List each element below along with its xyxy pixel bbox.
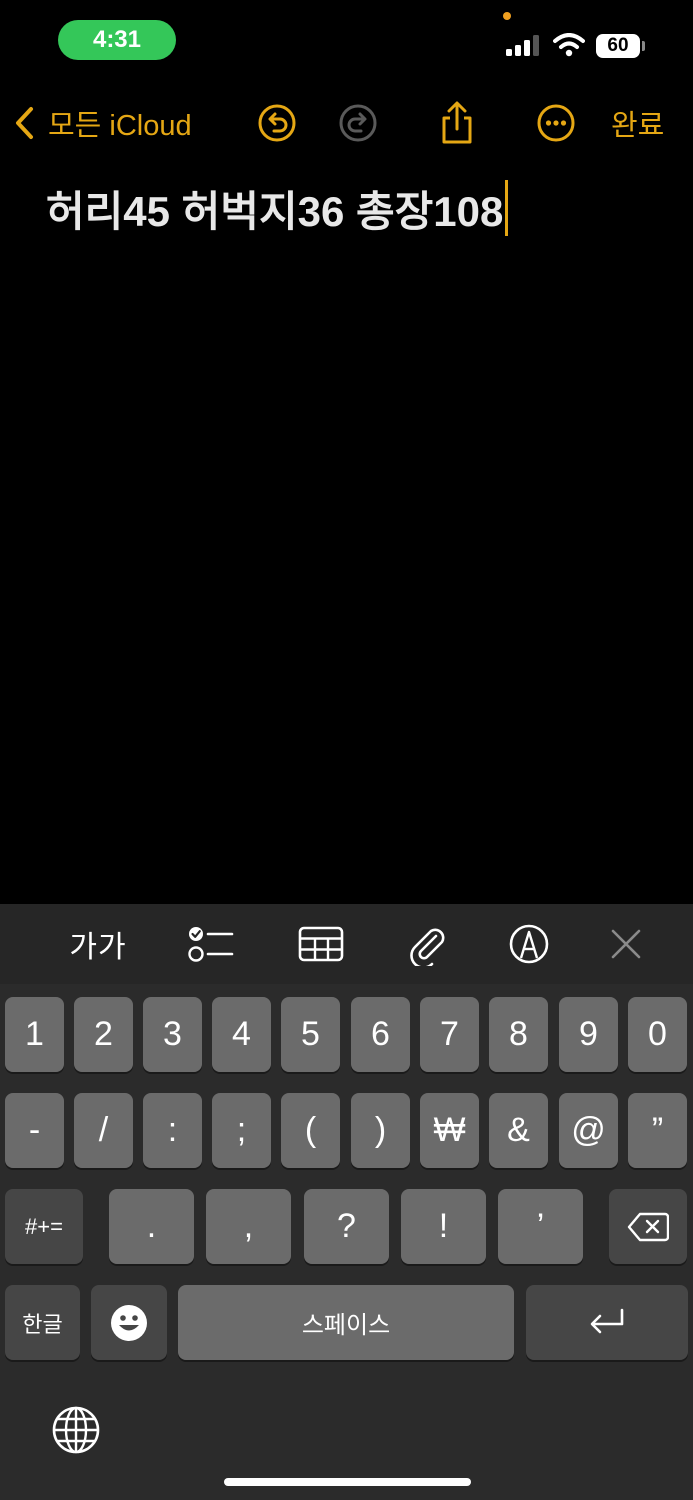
table-icon [298,926,344,962]
close-icon [611,929,641,959]
key-space[interactable]: 스페이스 [178,1285,514,1360]
key-comma[interactable]: , [206,1189,291,1264]
key-question[interactable]: ? [304,1189,389,1264]
markup-button[interactable] [506,904,552,984]
key-7[interactable]: 7 [420,997,479,1072]
home-indicator [224,1478,471,1486]
close-toolbar-button[interactable] [604,904,648,984]
key-2[interactable]: 2 [74,997,133,1072]
camera-indicator-icon [503,12,511,20]
redo-button[interactable] [337,101,379,145]
text-caret [505,180,509,236]
back-button[interactable]: 모든 iCloud [14,100,192,146]
checklist-button[interactable] [184,904,238,984]
delete-icon [627,1212,669,1241]
keyboard: 1 2 3 4 5 6 7 8 9 0 - / : ; ( ) ₩ & @ ” … [0,984,693,1500]
key-apostrophe[interactable]: ’ [498,1189,583,1264]
undo-button[interactable] [256,101,298,145]
markup-icon [509,924,549,964]
battery-tip [642,41,645,51]
globe-button[interactable] [50,1404,102,1456]
key-close-paren[interactable]: ) [351,1093,410,1168]
key-8[interactable]: 8 [489,997,548,1072]
key-ampersand[interactable]: & [489,1093,548,1168]
globe-icon [52,1406,100,1454]
undo-icon [258,104,296,142]
back-button-label: 모든 iCloud [48,110,192,142]
format-text-button[interactable]: 가가 [60,904,136,984]
key-1[interactable]: 1 [5,997,64,1072]
key-9[interactable]: 9 [559,997,618,1072]
share-icon [442,101,472,144]
key-emoji[interactable] [91,1285,167,1360]
key-hyphen[interactable]: - [5,1093,64,1168]
share-button[interactable] [436,101,478,145]
table-button[interactable] [296,904,346,984]
key-6[interactable]: 6 [351,997,410,1072]
key-period[interactable]: . [109,1189,194,1264]
more-icon [537,104,575,142]
key-language[interactable]: 한글 [5,1285,80,1360]
more-button[interactable] [535,101,577,145]
key-colon[interactable]: : [143,1093,202,1168]
wifi-icon [553,33,585,57]
note-text: 허리45 허벅지36 총장108 [46,187,504,235]
key-delete[interactable] [609,1189,687,1264]
key-slash[interactable]: / [74,1093,133,1168]
key-at[interactable]: @ [559,1093,618,1168]
attachment-button[interactable] [404,904,450,984]
attachment-icon [410,928,445,966]
emoji-icon [111,1304,147,1341]
key-4[interactable]: 4 [212,997,271,1072]
battery-level: 60 [596,34,640,58]
redo-icon [339,104,377,142]
key-3[interactable]: 3 [143,997,202,1072]
key-quote[interactable]: ” [628,1093,687,1168]
key-return[interactable] [526,1285,688,1360]
signal-icon [506,35,539,56]
key-5[interactable]: 5 [281,997,340,1072]
checklist-icon [188,927,234,962]
key-0[interactable]: 0 [628,997,687,1072]
status-time: 4:31 [58,20,176,60]
key-semicolon[interactable]: ; [212,1093,271,1168]
key-exclamation[interactable]: ! [401,1189,486,1264]
return-icon [590,1308,624,1333]
formatting-toolbar: 가가 [0,904,693,984]
done-button[interactable]: 완료 [611,100,664,146]
key-open-paren[interactable]: ( [281,1093,340,1168]
note-editor[interactable]: 허리45 허벅지36 총장108 [46,178,509,238]
chevron-left-icon [16,107,33,139]
key-won[interactable]: ₩ [420,1093,479,1168]
key-symbols[interactable]: #+= [5,1189,83,1264]
